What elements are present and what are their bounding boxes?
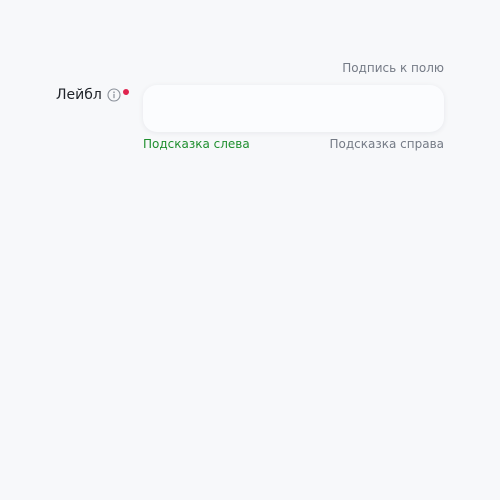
form-field: Лейбл Подпись к полю Подсказка слева Под… (0, 0, 500, 500)
text-input-container[interactable] (143, 85, 444, 132)
hint-right: Подсказка справа (329, 137, 445, 151)
required-indicator (123, 89, 129, 95)
hint-left: Подсказка слева (143, 137, 250, 151)
field-label: Лейбл (56, 87, 102, 103)
text-input[interactable] (143, 85, 444, 132)
field-label-group: Лейбл (56, 86, 121, 104)
info-circle-icon[interactable] (107, 88, 121, 102)
field-caption: Подпись к полю (342, 61, 444, 75)
